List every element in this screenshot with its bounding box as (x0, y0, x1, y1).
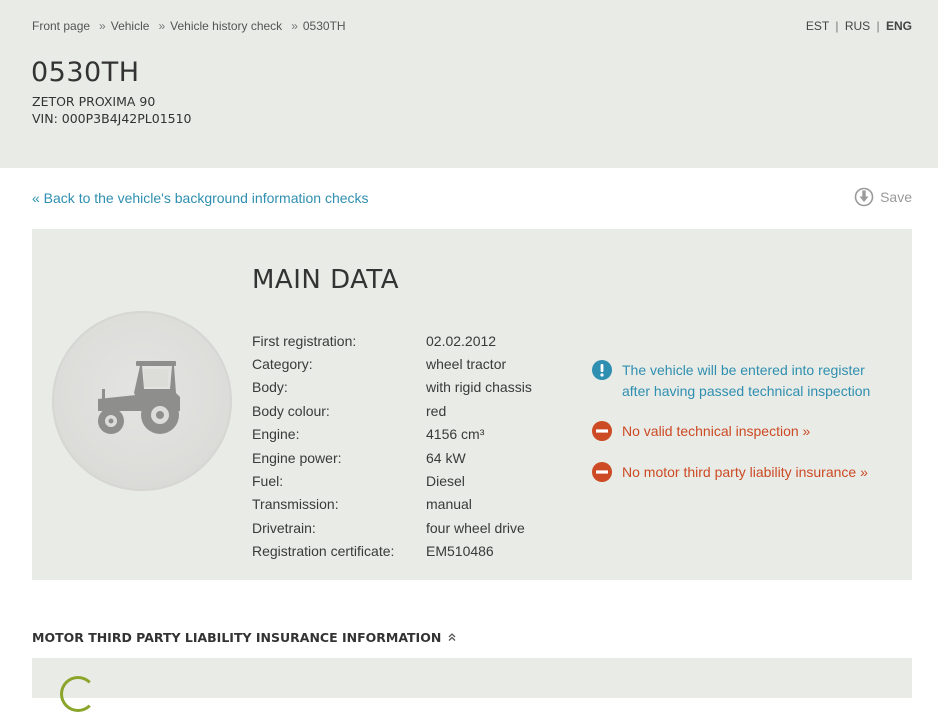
data-row: Registration certificate: EM510486 (252, 540, 532, 563)
data-value: wheel tractor (426, 356, 507, 373)
data-value: 02.02.2012 (426, 332, 497, 349)
main-data-title: MAIN DATA (252, 265, 400, 295)
data-row: Body colour: red (252, 399, 532, 422)
breadcrumb-current: 0530TH (302, 19, 346, 33)
chevron-up-icon (447, 630, 457, 645)
data-row: Body: with rigid chassis (252, 376, 532, 399)
data-value: 4156 cm³ (426, 426, 485, 443)
tractor-icon (92, 359, 192, 444)
data-value: Diesel (426, 473, 465, 490)
data-label: Transmission: (252, 496, 339, 513)
main-data-panel: MAIN DATA First registration: 02.02.2012 … (32, 229, 912, 580)
data-label: Category: (252, 356, 313, 373)
alert-link-text[interactable]: No motor third party liability insurance… (622, 462, 868, 483)
page-title: 0530TH (31, 57, 140, 88)
breadcrumb-vehicle[interactable]: Vehicle (111, 19, 150, 33)
data-row: Transmission: manual (252, 493, 532, 516)
data-row: First registration: 02.02.2012 (252, 329, 532, 352)
lang-separator: | (876, 19, 880, 33)
no-entry-icon (592, 462, 612, 482)
page-header: Front page » Vehicle » Vehicle history check… (0, 0, 938, 168)
lang-est[interactable]: EST (806, 19, 829, 33)
lang-separator: | (835, 19, 839, 33)
exclamation-info-icon (592, 360, 612, 380)
vehicle-image (52, 311, 232, 491)
alert-technical-inspection[interactable]: No valid technical inspection » (592, 421, 892, 442)
data-label: First registration: (252, 332, 357, 349)
breadcrumb: Front page » Vehicle » Vehicle history check… (32, 19, 346, 33)
no-entry-icon (592, 421, 612, 441)
data-row: Fuel: Diesel (252, 469, 532, 492)
breadcrumb-separator: » (291, 19, 298, 33)
data-value: with rigid chassis (426, 379, 532, 396)
data-label: Drivetrain: (252, 519, 316, 536)
data-label: Body colour: (252, 402, 330, 419)
breadcrumb-separator: » (158, 19, 166, 33)
lang-rus[interactable]: RUS (845, 19, 870, 33)
save-button[interactable]: Save (854, 187, 912, 207)
data-value: 64 kW (426, 449, 466, 466)
breadcrumb-separator: » (99, 19, 106, 33)
back-to-checks-link[interactable]: « Back to the vehicle's background infor… (32, 190, 369, 206)
data-row: Engine power: 64 kW (252, 446, 532, 469)
data-row: Category: wheel tractor (252, 352, 532, 375)
data-label: Fuel: (252, 473, 284, 490)
data-value: four wheel drive (426, 519, 525, 536)
data-value: red (426, 402, 447, 419)
data-label: Body: (252, 379, 288, 396)
vehicle-model: ZETOR PROXIMA 90 (32, 94, 156, 109)
insurance-panel (32, 658, 912, 712)
insurer-logo-icon (60, 676, 96, 712)
lang-eng[interactable]: ENG (886, 19, 912, 33)
vehicle-vin: VIN: 000P3B4J42PL01510 (32, 111, 192, 126)
breadcrumb-front-page[interactable]: Front page (32, 19, 90, 33)
breadcrumb-history-check[interactable]: Vehicle history check (170, 19, 282, 33)
language-switcher: EST | RUS | ENG (806, 19, 912, 33)
download-icon (854, 187, 874, 207)
data-value: manual (426, 496, 472, 513)
alert-text: The vehicle will be entered into registe… (622, 362, 871, 399)
data-row: Engine: 4156 cm³ (252, 423, 532, 446)
insurance-section-toggle[interactable]: MOTOR THIRD PARTY LIABILITY INSURANCE IN… (32, 630, 457, 645)
insurance-heading: MOTOR THIRD PARTY LIABILITY INSURANCE IN… (32, 630, 442, 645)
data-label: Engine power: (252, 449, 342, 466)
alert-register-notice: The vehicle will be entered into registe… (592, 360, 892, 402)
main-data-list: First registration: 02.02.2012 Category: w… (252, 329, 532, 563)
alert-liability-insurance[interactable]: No motor third party liability insurance… (592, 462, 892, 483)
save-label: Save (880, 189, 912, 205)
alert-link-text[interactable]: No valid technical inspection » (622, 421, 810, 442)
data-value: EM510486 (426, 543, 494, 560)
data-label: Engine: (252, 426, 300, 443)
data-label: Registration certificate: (252, 543, 395, 560)
data-row: Drivetrain: four wheel drive (252, 516, 532, 539)
